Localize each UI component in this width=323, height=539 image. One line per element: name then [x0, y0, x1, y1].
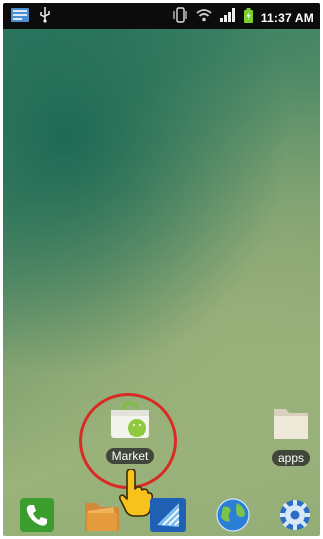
- vibrate-icon: [172, 7, 188, 28]
- notification-icon[interactable]: [11, 8, 29, 27]
- settings-gear-icon[interactable]: [277, 497, 313, 533]
- launcher-icon[interactable]: [149, 497, 186, 533]
- browser-globe-icon[interactable]: [215, 497, 251, 533]
- signal-icon: [219, 8, 236, 27]
- battery-icon: [243, 7, 253, 28]
- apps-label: apps: [271, 450, 311, 466]
- home-screen: 11:37 AM Market apps: [3, 3, 320, 536]
- usb-icon: [39, 7, 51, 28]
- market-label: Market: [105, 448, 155, 464]
- dock-bar: [3, 493, 320, 536]
- market-app[interactable]: Market: [99, 401, 161, 465]
- phone-icon[interactable]: [19, 497, 55, 533]
- wifi-icon: [196, 8, 212, 27]
- status-clock: 11:37 AM: [260, 10, 314, 25]
- status-bar: 11:37 AM: [3, 3, 320, 29]
- apps-folder[interactable]: apps: [268, 403, 314, 467]
- gallery-folder-icon[interactable]: [83, 497, 119, 533]
- market-bag-icon: [108, 401, 152, 444]
- folder-icon: [272, 403, 310, 446]
